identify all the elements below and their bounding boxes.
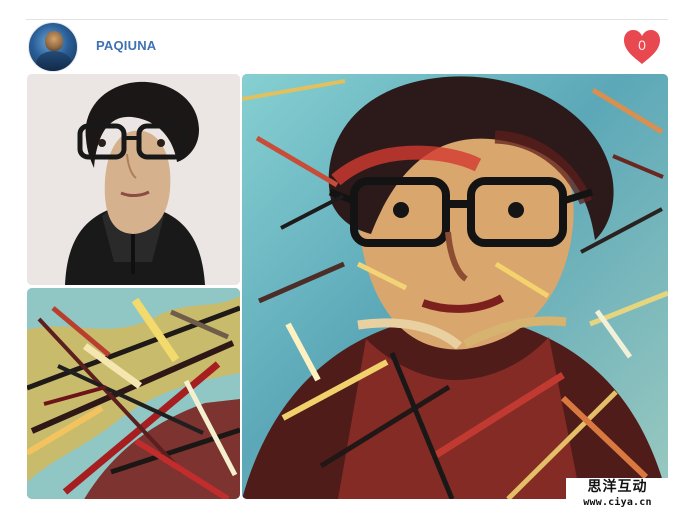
like-count: 0 xyxy=(638,37,646,53)
top-divider xyxy=(26,19,668,20)
avatar[interactable] xyxy=(28,22,78,72)
avatar-head xyxy=(45,31,63,51)
like-button[interactable]: 0 xyxy=(621,28,663,66)
watermark-url: www.ciya.cn xyxy=(583,497,652,508)
site-watermark: 思洋互动 www.ciya.cn xyxy=(566,478,669,513)
avatar-shoulders xyxy=(36,51,72,71)
stylized-portrait-art xyxy=(242,74,668,499)
stylized-portrait-photo[interactable] xyxy=(242,74,668,499)
username-link[interactable]: PAQIUNA xyxy=(96,38,156,53)
watermark-chinese-text: 思洋互动 xyxy=(587,479,648,495)
stylized-detail-art xyxy=(27,288,240,499)
portrait-photo xyxy=(27,74,240,285)
original-photo[interactable] xyxy=(27,74,240,285)
stylized-detail-photo[interactable] xyxy=(27,288,240,499)
post-card: PAQIUNA 0 思洋互动 www.ciya.cn xyxy=(0,0,693,521)
